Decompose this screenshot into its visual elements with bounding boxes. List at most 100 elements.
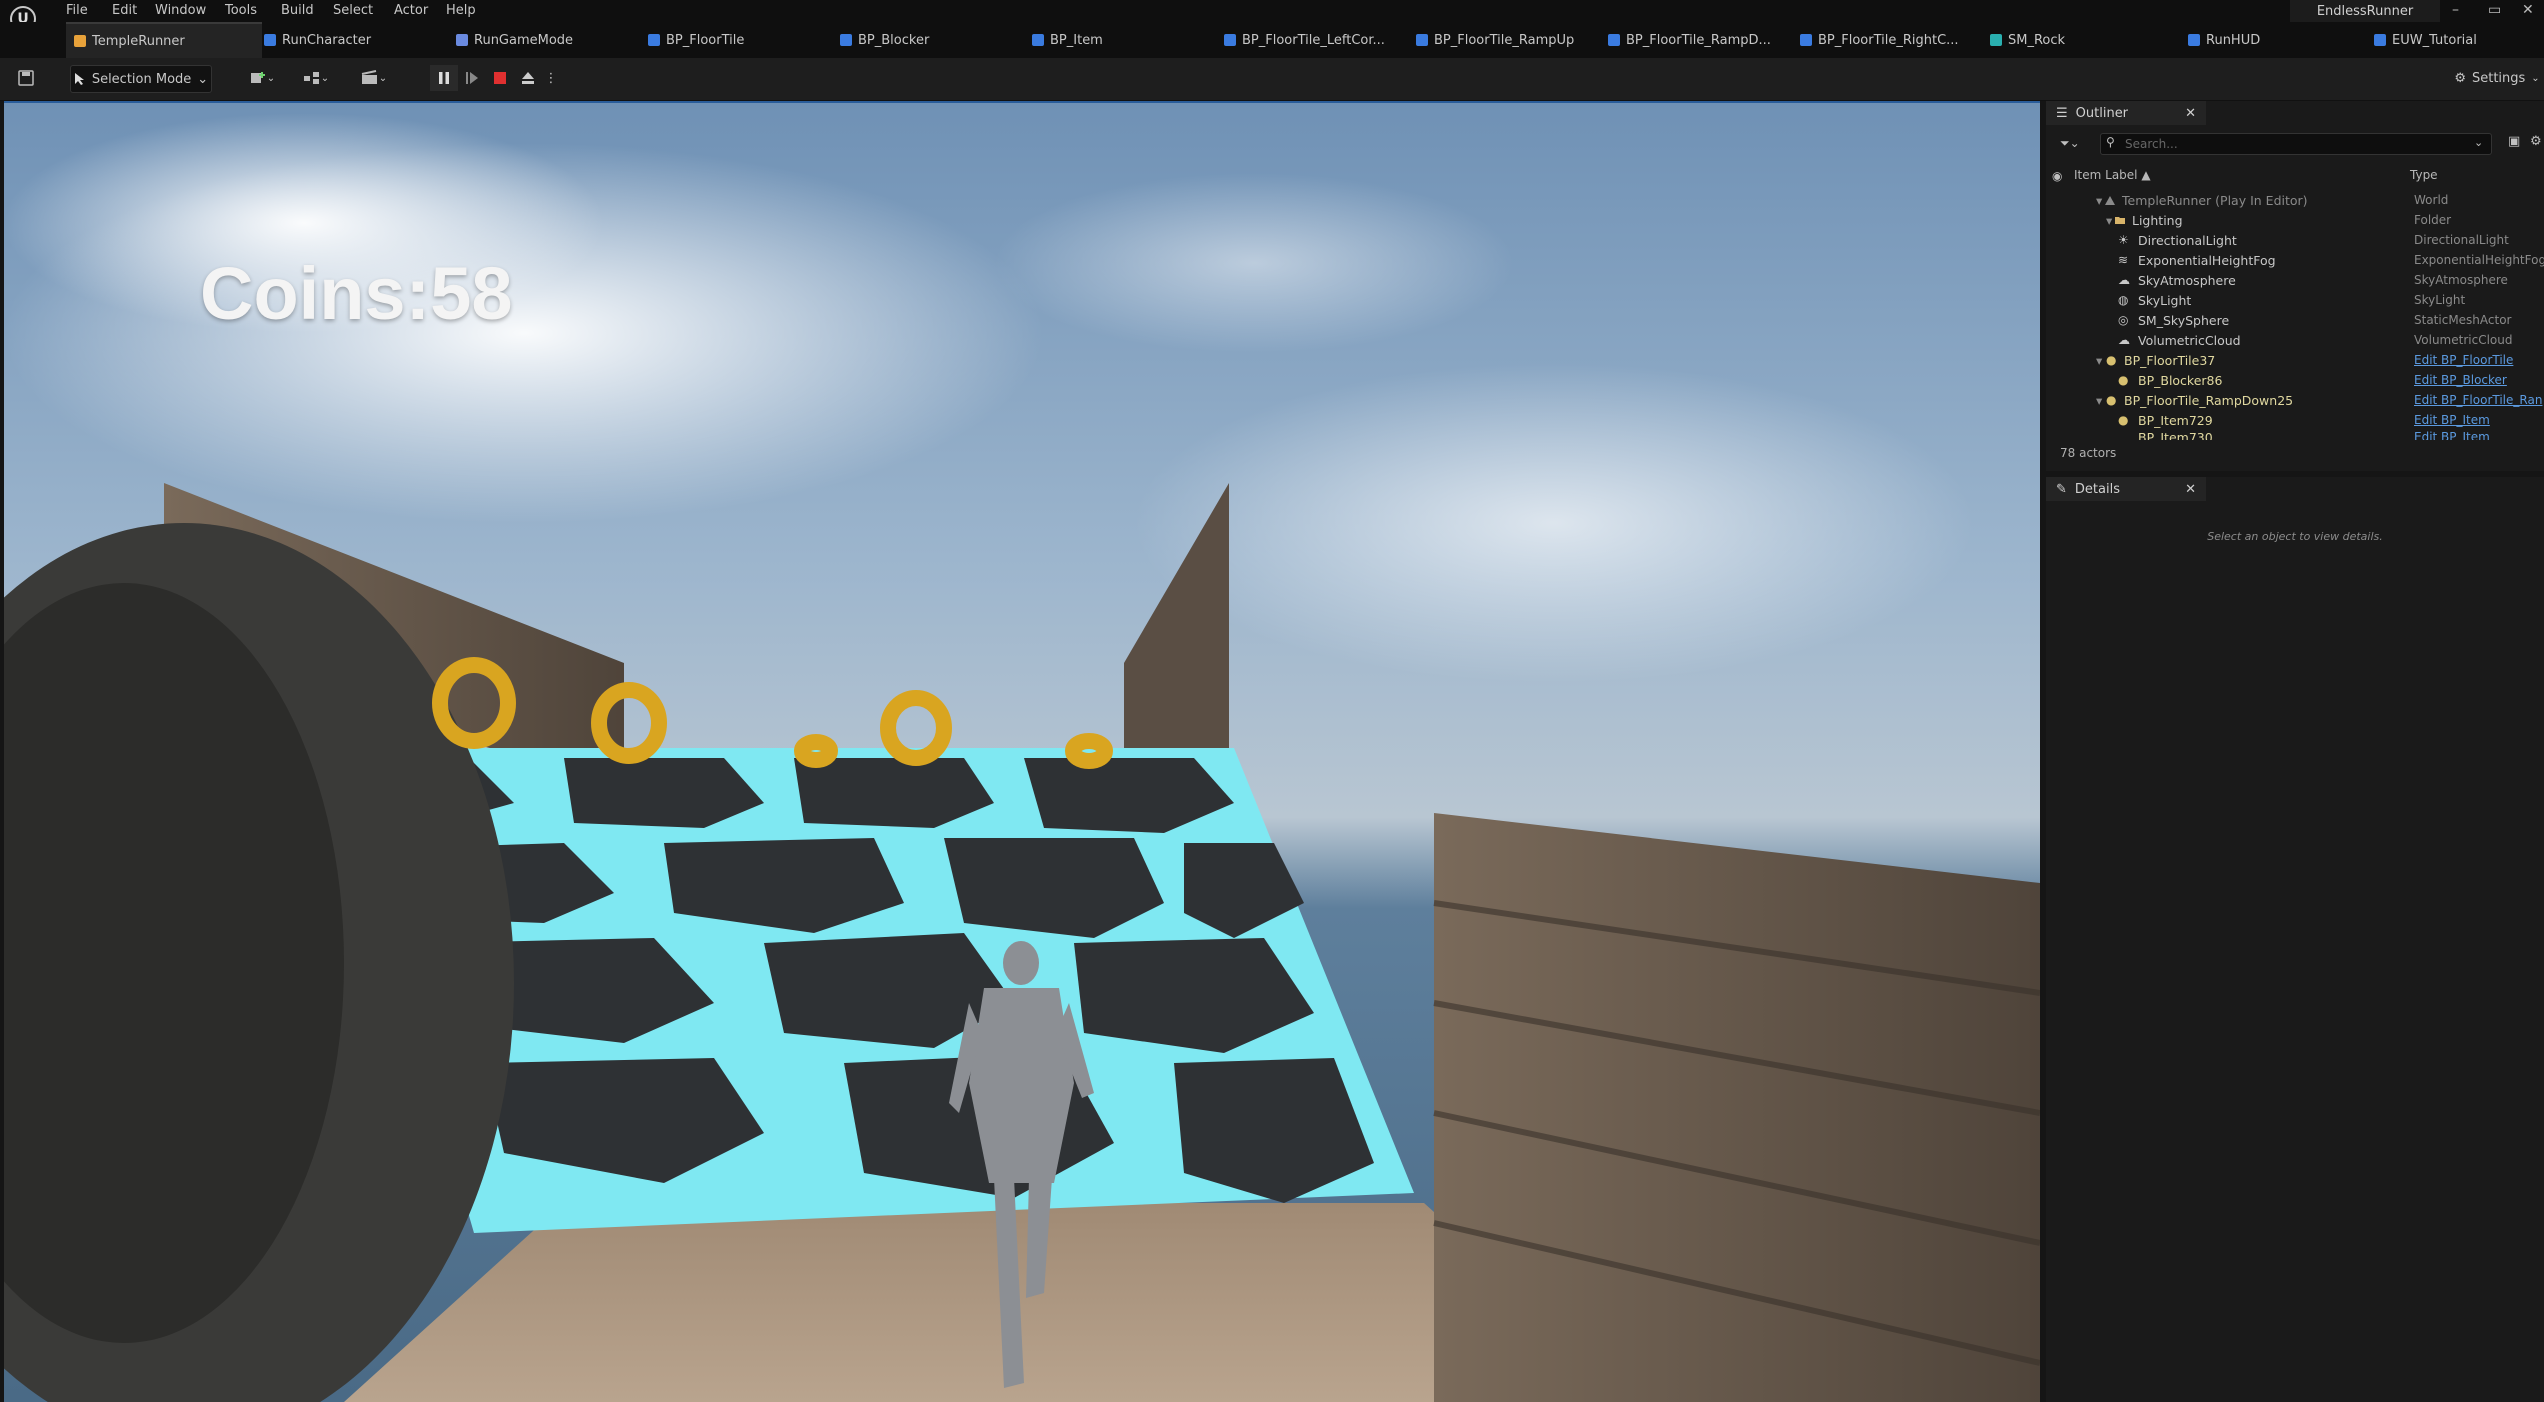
- blueprint-icon: [1800, 34, 1812, 46]
- menu-edit[interactable]: Edit: [112, 3, 137, 18]
- game-viewport[interactable]: Coins:58: [4, 101, 2040, 1402]
- outliner-row[interactable]: ☁ SkyAtmosphere SkyAtmosphere: [2046, 270, 2544, 290]
- more-options-icon[interactable]: ⋮: [544, 65, 558, 91]
- blueprint-actor-icon: ●: [2106, 393, 2117, 407]
- tree-expand-icon[interactable]: ▾: [2096, 353, 2102, 368]
- blueprint-actor-icon: ●: [2118, 413, 2129, 427]
- cinematics-button[interactable]: ⌄: [354, 65, 394, 91]
- tab-run-character[interactable]: RunCharacter: [264, 22, 444, 58]
- outliner-row[interactable]: ▾ Lighting Folder: [2046, 210, 2544, 230]
- outliner-row[interactable]: ▾ TempleRunner (Play In Editor) World: [2046, 190, 2544, 210]
- tab-run-game-mode[interactable]: RunGameMode: [456, 22, 636, 58]
- add-folder-icon[interactable]: ▣: [2508, 134, 2520, 149]
- tab-bp-floor-tile[interactable]: BP_FloorTile: [648, 22, 828, 58]
- save-icon[interactable]: [14, 65, 38, 91]
- project-name: EndlessRunner: [2290, 0, 2440, 24]
- selection-mode-dropdown[interactable]: Selection Mode ⌄: [70, 65, 212, 93]
- tab-run-hud[interactable]: RunHUD: [2188, 22, 2368, 58]
- details-empty-message: Select an object to view details.: [2207, 530, 2383, 543]
- tab-bp-floor-tile-ramp-down[interactable]: BP_FloorTile_RampD...: [1608, 22, 1794, 58]
- tab-temple-runner[interactable]: TempleRunner: [66, 22, 262, 58]
- outliner-row[interactable]: ☁ VolumetricCloud VolumetricCloud: [2046, 330, 2544, 350]
- menu-tools[interactable]: Tools: [225, 3, 257, 18]
- settings-button[interactable]: ⚙ Settings ⌄: [2452, 65, 2542, 91]
- blueprint-actor-icon: ●: [2118, 373, 2129, 387]
- gear-icon: ⚙: [2454, 70, 2466, 86]
- chevron-down-icon[interactable]: ⌄: [2474, 136, 2483, 149]
- folder-icon: [2115, 217, 2125, 224]
- menu-window[interactable]: Window: [155, 3, 206, 18]
- tree-expand-icon[interactable]: ▾: [2096, 193, 2102, 208]
- tab-sm-rock[interactable]: SM_Rock: [1990, 22, 2170, 58]
- filter-icon[interactable]: ⏷⌄: [2060, 136, 2080, 151]
- tab-bp-floor-tile-left-corner[interactable]: BP_FloorTile_LeftCor...: [1224, 22, 1410, 58]
- column-type[interactable]: Type: [2410, 168, 2438, 186]
- sky-atmosphere-icon: ☁: [2118, 273, 2130, 287]
- blueprint-icon: [1608, 34, 1620, 46]
- blueprint-icon: [264, 34, 276, 46]
- menu-build[interactable]: Build: [281, 3, 314, 18]
- outliner-row[interactable]: ▾ ● BP_FloorTile37 Edit BP_FloorTile: [2046, 350, 2544, 370]
- volumetric-cloud-icon: ☁: [2118, 333, 2130, 347]
- directional-light-icon: ☀: [2118, 233, 2129, 247]
- tab-bp-floor-tile-ramp-up[interactable]: BP_FloorTile_RampUp: [1416, 22, 1602, 58]
- close-window-icon[interactable]: ✕: [2522, 2, 2534, 18]
- level-icon: [74, 35, 86, 47]
- outliner-row[interactable]: BP_Item730 Edit BP_Item: [2046, 430, 2544, 440]
- tab-bp-blocker[interactable]: BP_Blocker: [840, 22, 1020, 58]
- cursor-icon: [74, 73, 84, 85]
- outliner-icon: ☰: [2056, 105, 2068, 121]
- outliner-row[interactable]: ▾ ● BP_FloorTile_RampDown25 Edit BP_Floo…: [2046, 390, 2544, 410]
- visibility-eye-icon[interactable]: ◉: [2052, 169, 2062, 183]
- blueprint-icon: [1032, 34, 1044, 46]
- blueprint-icon: [1416, 34, 1428, 46]
- close-tab-icon[interactable]: ✕: [2185, 482, 2196, 497]
- tab-bp-floor-tile-right-corner[interactable]: BP_FloorTile_RightC...: [1800, 22, 1986, 58]
- static-mesh-icon: [1990, 34, 2002, 46]
- outliner-row[interactable]: ☀ DirectionalLight DirectionalLight: [2046, 230, 2544, 250]
- blueprint-icon: [648, 34, 660, 46]
- menu-file[interactable]: File: [66, 3, 88, 18]
- static-mesh-icon: ◎: [2118, 313, 2129, 327]
- menu-help[interactable]: Help: [446, 3, 476, 18]
- tree-expand-icon[interactable]: ▾: [2096, 393, 2102, 408]
- close-tab-icon[interactable]: ✕: [2185, 106, 2196, 121]
- column-item-label[interactable]: Item Label ▲: [2074, 168, 2151, 186]
- tab-euw-tutorial[interactable]: EUW_Tutorial: [2374, 22, 2540, 58]
- coins-hud-counter: Coins:58: [200, 252, 513, 335]
- game-mode-icon: [456, 34, 468, 46]
- step-icon: [466, 72, 478, 84]
- stop-button[interactable]: [486, 65, 514, 91]
- maximize-icon[interactable]: ▭: [2488, 2, 2501, 18]
- outliner-row[interactable]: ◎ SM_SkySphere StaticMeshActor: [2046, 310, 2544, 330]
- blueprint-icon: [2188, 34, 2200, 46]
- minimize-icon[interactable]: –: [2452, 2, 2459, 18]
- outliner-tab[interactable]: ☰ Outliner ✕: [2046, 101, 2206, 125]
- gear-icon[interactable]: ⚙: [2530, 134, 2542, 149]
- menu-select[interactable]: Select: [333, 3, 373, 18]
- menu-bar: [0, 0, 2544, 22]
- sky-light-icon: ◍: [2118, 293, 2129, 307]
- outliner-row[interactable]: ● BP_Item729 Edit BP_Item: [2046, 410, 2544, 430]
- chevron-down-icon: ⌄: [2531, 72, 2540, 84]
- world-icon: [2105, 196, 2115, 205]
- eject-button[interactable]: [514, 65, 542, 91]
- menu-actor[interactable]: Actor: [394, 3, 428, 18]
- tab-bp-item[interactable]: BP_Item: [1032, 22, 1212, 58]
- pause-button[interactable]: [430, 65, 458, 91]
- frame-skip-button[interactable]: [458, 65, 486, 91]
- fog-icon: ≋: [2118, 253, 2129, 267]
- outliner-search-input[interactable]: Search...: [2100, 133, 2492, 155]
- stop-icon: [494, 72, 506, 84]
- details-panel: [2046, 477, 2544, 1402]
- add-actor-button[interactable]: ⌄: [242, 65, 282, 91]
- pause-icon: [439, 72, 449, 84]
- outliner-row[interactable]: ◍ SkyLight SkyLight: [2046, 290, 2544, 310]
- details-tab[interactable]: ✎ Details ✕: [2046, 477, 2206, 501]
- tree-expand-icon[interactable]: ▾: [2106, 213, 2112, 228]
- blueprint-button[interactable]: ⌄: [296, 65, 336, 91]
- actor-count: 78 actors: [2060, 446, 2117, 460]
- outliner-row[interactable]: ● BP_Blocker86 Edit BP_Blocker: [2046, 370, 2544, 390]
- outliner-row[interactable]: ≋ ExponentialHeightFog ExponentialHeight…: [2046, 250, 2544, 270]
- blueprint-icon: [840, 34, 852, 46]
